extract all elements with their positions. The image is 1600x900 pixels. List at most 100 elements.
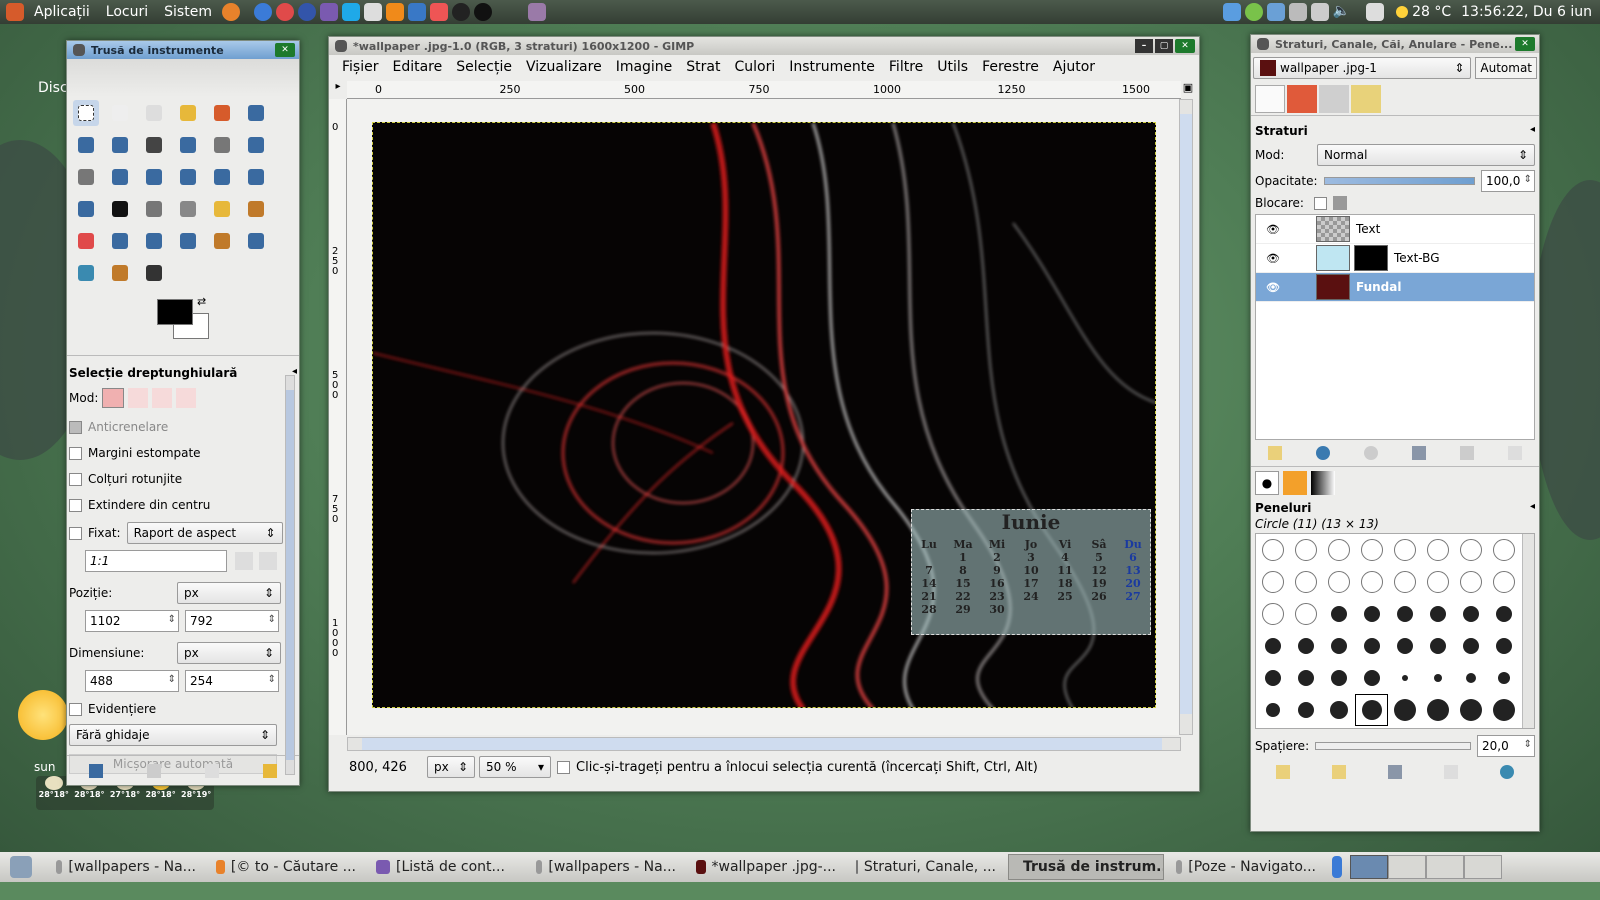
chrome-icon[interactable] [253,3,272,21]
image-menu-item[interactable]: Instrumente [782,59,882,75]
image-menu-item[interactable]: Vizualizare [519,59,609,75]
tab-paths-icon[interactable] [1319,85,1349,113]
status-checkbox[interactable] [557,760,570,774]
image-menu-item[interactable]: Culori [728,59,783,75]
opacity-input[interactable]: 100,0 [1481,170,1535,192]
brush-cell[interactable] [1421,630,1454,662]
scale-tool-icon[interactable] [175,164,201,190]
brush-cell[interactable] [1322,630,1355,662]
heal-tool-icon[interactable] [209,228,235,254]
new-brush-icon[interactable] [1332,765,1346,779]
close-button[interactable]: ✕ [275,43,295,57]
align-tool-icon[interactable] [73,164,99,190]
brush-cell[interactable] [1454,598,1487,630]
tab-channels-icon[interactable] [1287,85,1317,113]
workspace-switcher[interactable] [1350,855,1502,879]
brush-scrollbar[interactable] [1522,534,1534,728]
refresh-brushes-icon[interactable] [1500,765,1514,779]
mail-icon[interactable] [363,3,382,21]
rect-select-tool-icon[interactable] [73,100,99,126]
color-picker-tool-icon[interactable] [141,132,167,158]
expand-checkbox[interactable] [69,499,82,512]
layer-row[interactable]: 👁 Text [1256,215,1534,244]
help-icon[interactable] [429,3,448,21]
clock[interactable]: 13:56:22, Du 6 iun [1461,4,1600,20]
show-desktop-icon[interactable] [10,856,32,878]
image-menu-item[interactable]: Utils [930,59,975,75]
maximize-button[interactable]: ▢ [1155,39,1173,53]
blur-tool-icon[interactable] [73,260,99,286]
eraser-tool-icon[interactable] [73,228,99,254]
save-options-icon[interactable] [89,763,103,778]
brush-cell[interactable] [1256,694,1289,726]
brush-cell[interactable] [1289,630,1322,662]
brush-cell[interactable] [1256,566,1289,598]
paths-tool-icon[interactable] [107,132,133,158]
anchor-layer-icon[interactable] [1460,446,1474,460]
brush-cell[interactable] [1256,598,1289,630]
volume-icon[interactable]: 🔈 [1333,3,1350,21]
scissors-select-tool-icon[interactable] [243,100,269,126]
brush-cell[interactable] [1487,694,1520,726]
brush-cell[interactable] [1322,598,1355,630]
close-button[interactable]: ✕ [1515,37,1535,51]
delete-options-icon[interactable] [205,763,219,778]
brush-cell[interactable] [1421,662,1454,694]
unit-combo[interactable]: px ⇕ [427,756,475,778]
vertical-scrollbar[interactable] [1179,99,1193,735]
hscroll-thumb[interactable] [362,738,1162,750]
globe-icon[interactable] [297,3,316,21]
menu-system[interactable]: Sistem [156,4,220,20]
mode-add-button[interactable] [128,388,149,408]
mail-icon[interactable] [1366,3,1385,21]
brush-cell[interactable] [1355,694,1388,726]
brush-cell[interactable] [1454,662,1487,694]
brush-cell[interactable] [1355,630,1388,662]
tray-icon[interactable] [1222,3,1241,21]
brush-cell[interactable] [1289,534,1322,566]
brush-cell[interactable] [1388,694,1421,726]
text-tool-icon[interactable] [107,196,133,222]
taskbar-task[interactable]: Trusă de instrum... [1008,854,1164,880]
image-menu-item[interactable]: Fișier [335,59,385,75]
pidgin-icon[interactable] [319,3,338,21]
opacity-slider[interactable] [1323,177,1475,185]
image-menu-item[interactable]: Ferestre [975,59,1046,75]
cage-tool-icon[interactable] [141,196,167,222]
zoom-combo[interactable]: 50 % ▾ [479,756,551,778]
position-x-input[interactable]: 1102 [85,610,179,632]
brush-cell[interactable] [1421,694,1454,726]
brush-cell[interactable] [1487,630,1520,662]
brush-cell[interactable] [1388,598,1421,630]
fixed-combo[interactable]: Raport de aspect ⇕ [126,522,283,544]
ink-tool-icon[interactable] [141,228,167,254]
spacing-input[interactable]: 20,0 [1477,735,1535,757]
taskbar-task[interactable]: *wallpaper .jpg-... [688,854,844,880]
brush-cell[interactable] [1487,598,1520,630]
tab-patterns-icon[interactable] [1283,471,1307,495]
brush-cell[interactable] [1454,566,1487,598]
antialias-checkbox[interactable] [69,421,82,434]
flip-tool-icon[interactable] [73,196,99,222]
image-menu-item[interactable]: Ajutor [1046,59,1102,75]
tab-undo-icon[interactable] [1351,85,1381,113]
brush-cell[interactable] [1256,534,1289,566]
ellipse-select-tool-icon[interactable] [107,100,133,126]
tab-brushes-icon[interactable]: ● [1255,471,1279,495]
horizontal-scrollbar[interactable] [347,737,1181,751]
brush-cell[interactable] [1289,566,1322,598]
taskbar-task[interactable]: [© to - Căutare ... [208,854,364,880]
aspect-input[interactable]: 1:1 [85,550,227,572]
layer-row[interactable]: 👁 Fundal [1256,273,1534,302]
position-unit-combo[interactable]: px ⇕ [177,582,281,604]
brush-cell[interactable] [1454,630,1487,662]
brush-cell[interactable] [1289,662,1322,694]
layer-mode-combo[interactable]: Normal ⇕ [1317,144,1535,166]
tray-icon[interactable] [1310,3,1329,21]
app-icon[interactable] [473,3,492,21]
mode-replace-button[interactable] [102,388,125,408]
vscroll-thumb[interactable] [1180,114,1192,714]
mode-intersect-button[interactable] [176,388,197,408]
image-titlebar[interactable]: *wallpaper .jpg-1.0 (RGB, 3 straturi) 16… [329,37,1199,55]
lock-checkbox[interactable] [1313,196,1327,210]
